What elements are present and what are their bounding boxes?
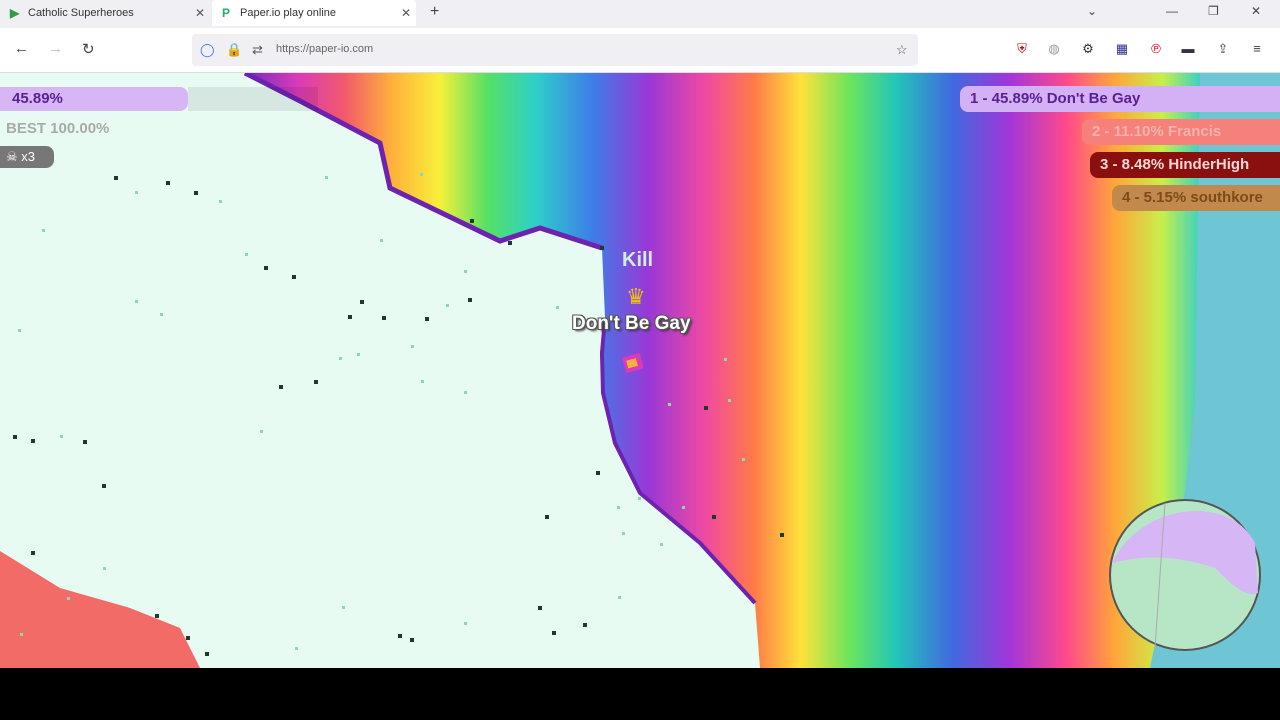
permissions-icon[interactable]: ⇄ (252, 42, 263, 58)
forward-icon[interactable]: → (48, 40, 63, 57)
minimap (1109, 499, 1261, 651)
tab-bar: ▶ Catholic Superheroes ✕ P Paper.io play… (0, 0, 1280, 28)
url-bar[interactable]: ◯ 🔒 ⇄ https://paper-io.com ☆ (192, 34, 918, 66)
maximize-icon[interactable]: ❐ (1208, 4, 1219, 18)
kill-count: x3 (21, 149, 36, 164)
territory-percent: 45.89% (0, 87, 188, 111)
url-text[interactable]: https://paper-io.com (276, 43, 373, 55)
extension-piano-icon[interactable]: ▦ (1114, 41, 1130, 57)
new-tab-icon[interactable]: + (430, 3, 439, 21)
close-tab-icon[interactable]: ✕ (396, 6, 416, 20)
territory-progress-track (188, 87, 318, 111)
tracking-shield-icon[interactable]: ◯ (200, 42, 215, 58)
enemy-territory (0, 551, 200, 668)
best-score: BEST 100.00% (6, 120, 110, 137)
crown-icon: ♛ (626, 284, 646, 309)
kill-counter: ☠ x3 (0, 146, 54, 168)
tab-list-icon[interactable]: ⌄ (1087, 4, 1097, 18)
back-icon[interactable]: ← (14, 40, 29, 57)
bookmark-star-icon[interactable]: ☆ (896, 42, 908, 58)
tab-catholic-superheroes[interactable]: ▶ Catholic Superheroes ✕ (0, 0, 210, 26)
extension-globe-icon[interactable]: ◍ (1046, 41, 1062, 57)
pinterest-icon[interactable]: ℗ (1148, 41, 1164, 57)
extension-window-icon[interactable]: ▬ (1180, 41, 1196, 57)
player-name: Don't Be Gay (572, 313, 691, 334)
game-field (0, 73, 1280, 668)
menu-icon[interactable]: ≡ (1249, 41, 1265, 57)
leaderboard-entry-4: 4 - 5.15% southkore (1112, 185, 1280, 211)
tab-paperio[interactable]: P Paper.io play online ✕ (212, 0, 416, 26)
extension-gear-icon[interactable]: ⚙ (1080, 41, 1096, 57)
leaderboard-entry-1: 1 - 45.89% Don't Be Gay (960, 86, 1280, 112)
game-canvas[interactable]: 45.89% BEST 100.00% ☠ x3 1 - 45.89% Don'… (0, 73, 1280, 668)
paperio-icon: P (222, 6, 231, 20)
reload-icon[interactable]: ↻ (82, 40, 95, 58)
lock-icon[interactable]: 🔒 (226, 42, 242, 58)
close-window-icon[interactable]: ✕ (1251, 4, 1261, 18)
close-tab-icon[interactable]: ✕ (190, 6, 210, 20)
kill-notification: Kill (622, 249, 654, 271)
ublock-extension-icon[interactable]: ⛨ (1014, 41, 1030, 57)
minimize-icon[interactable]: — (1166, 4, 1178, 18)
nav-bar: ← → ↻ ◯ 🔒 ⇄ https://paper-io.com ☆ ⛨ ◍ ⚙… (0, 28, 1280, 73)
share-icon[interactable]: ⇪ (1215, 41, 1231, 57)
play-icon: ▶ (10, 6, 20, 20)
leaderboard-entry-3: 3 - 8.48% HinderHigh (1090, 152, 1280, 178)
tab-title: Catholic Superheroes (28, 7, 134, 19)
player-territory (250, 73, 1200, 668)
leaderboard-entry-2: 2 - 11.10% Francis (1082, 119, 1280, 145)
skull-icon: ☠ (6, 149, 18, 164)
tab-title: Paper.io play online (240, 7, 337, 19)
